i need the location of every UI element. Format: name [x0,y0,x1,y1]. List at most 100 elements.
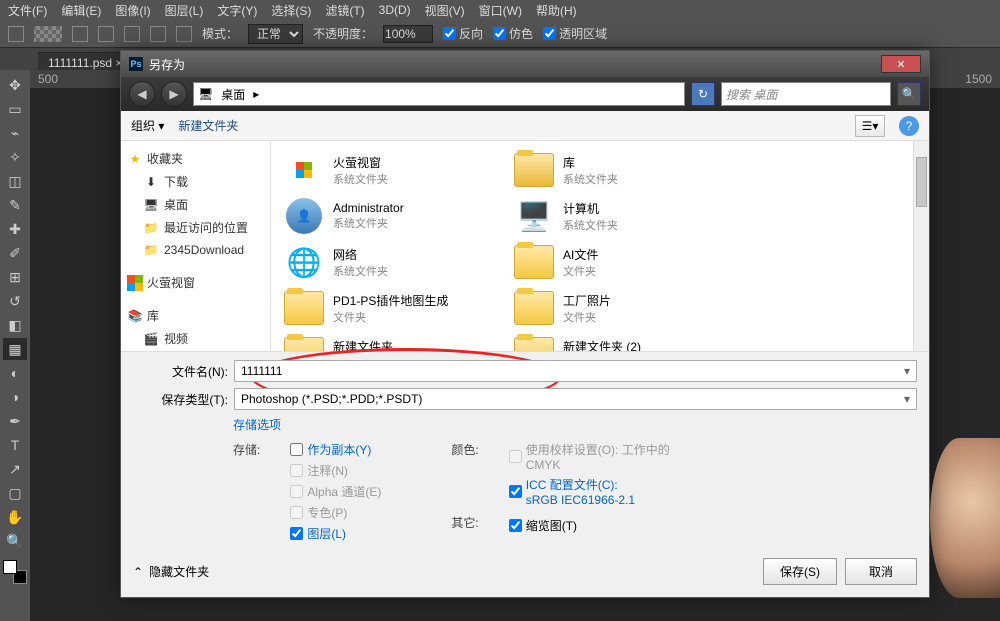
nav-libraries[interactable]: 📚库 [125,304,266,327]
file-item[interactable]: 🌐网络系统文件夹 [281,241,501,283]
nav-recent[interactable]: 📁最近访问的位置 [125,216,266,239]
layers-check[interactable]: 图层(L) [290,525,381,542]
filename-input[interactable]: 1111111 [234,360,917,382]
folder-icon: 👤 [283,197,325,235]
nav-desktop[interactable]: 🖥桌面 [125,193,266,216]
eraser-tool-icon[interactable]: ◧ [3,314,27,336]
file-item[interactable]: 库系统文件夹 [511,149,731,191]
gradient-type-linear-icon[interactable] [72,26,88,42]
as-copy-check[interactable]: 作为副本(Y) [290,441,381,458]
folder-icon [283,335,325,351]
crop-tool-icon[interactable]: ◫ [3,170,27,192]
lasso-tool-icon[interactable]: ⌁ [3,122,27,144]
dodge-tool-icon[interactable]: ◑ [3,386,27,408]
view-mode-button[interactable]: ☰▾ [855,115,885,137]
file-item[interactable]: 火萤视窗系统文件夹 [281,149,501,191]
nav-video[interactable]: 🎬视频 [125,327,266,350]
stamp-tool-icon[interactable]: ⊞ [3,266,27,288]
help-button[interactable]: ? [899,116,919,136]
menu-edit[interactable]: 编辑(E) [61,2,101,19]
search-input[interactable]: 搜索 桌面 [721,82,891,106]
gradient-type-angle-icon[interactable] [124,26,140,42]
file-item[interactable]: AI文件文件夹 [511,241,731,283]
address-bar[interactable]: 🖥 桌面 ▸ [193,82,685,106]
menu-3d[interactable]: 3D(D) [379,3,411,17]
pen-tool-icon[interactable]: ✒ [3,410,27,432]
expand-icon[interactable]: ⌃ [133,565,143,579]
move-tool-icon[interactable]: ✥ [3,74,27,96]
file-item[interactable]: 👤Administrator系统文件夹 [281,195,501,237]
gradient-swatch[interactable] [34,26,62,42]
menu-help[interactable]: 帮助(H) [536,2,577,19]
icc-check[interactable]: ICC 配置文件(C):sRGB IEC61966-2.1 [509,476,686,507]
chevron-right-icon[interactable]: ▸ [253,87,259,101]
nav-huoying[interactable]: 火萤视窗 [125,271,266,294]
eyedropper-tool-icon[interactable]: ✎ [3,194,27,216]
save-options-link[interactable]: 存储选项 [233,418,281,432]
refresh-button[interactable]: ↻ [691,82,715,106]
blur-tool-icon[interactable]: ◐ [3,362,27,384]
close-button[interactable]: ✕ [881,55,921,73]
gradient-tool-icon[interactable] [8,26,24,42]
scroll-thumb[interactable] [916,157,927,207]
type-tool-icon[interactable]: T [3,434,27,456]
wand-tool-icon[interactable]: ✧ [3,146,27,168]
gradient-tool-icon[interactable]: ▦ [3,338,27,360]
scrollbar[interactable] [913,141,929,351]
file-item[interactable]: 工厂照片文件夹 [511,287,731,329]
file-item[interactable]: 新建文件夹文件夹 [281,333,501,351]
new-folder-button[interactable]: 新建文件夹 [178,117,238,134]
app-menubar: 文件(F) 编辑(E) 图像(I) 图层(L) 文字(Y) 选择(S) 滤镜(T… [0,0,1000,20]
transparency-check[interactable]: 透明区域 [543,25,607,42]
opacity-label: 不透明度： [313,25,373,42]
gradient-type-reflected-icon[interactable] [150,26,166,42]
folder-icon [513,289,555,327]
hide-folders-link[interactable]: 隐藏文件夹 [149,563,209,580]
menu-file[interactable]: 文件(F) [8,2,47,19]
hand-tool-icon[interactable]: ✋ [3,506,27,528]
menu-type[interactable]: 文字(Y) [217,2,257,19]
save-button[interactable]: 保存(S) [763,558,837,585]
reverse-check[interactable]: 反向 [443,25,483,42]
forward-button[interactable]: ▶ [161,81,187,107]
menu-select[interactable]: 选择(S) [271,2,311,19]
nav-favorites[interactable]: ★收藏夹 [125,147,266,170]
menu-image[interactable]: 图像(I) [115,2,150,19]
shape-tool-icon[interactable]: ▢ [3,482,27,504]
search-button[interactable]: 🔍 [897,82,921,106]
brush-tool-icon[interactable]: ✐ [3,242,27,264]
dither-check[interactable]: 仿色 [493,25,533,42]
zoom-tool-icon[interactable]: 🔍 [3,530,27,552]
organize-button[interactable]: 组织 ▾ [131,117,164,134]
menu-window[interactable]: 窗口(W) [479,2,522,19]
toolbox: ✥ ▭ ⌁ ✧ ◫ ✎ ✚ ✐ ⊞ ↺ ◧ ▦ ◐ ◑ ✒ T ↗ ▢ ✋ 🔍 [0,70,30,621]
color-swatches[interactable] [3,560,27,584]
nav-pane: ★收藏夹 ⬇下载 🖥桌面 📁最近访问的位置 📁2345Download 火萤视窗… [121,141,271,351]
filetype-select[interactable]: Photoshop (*.PSD;*.PDD;*.PSDT) [234,388,917,410]
back-button[interactable]: ◀ [129,81,155,107]
menu-view[interactable]: 视图(V) [425,2,465,19]
gradient-type-diamond-icon[interactable] [176,26,192,42]
file-list[interactable]: 火萤视窗系统文件夹库系统文件夹👤Administrator系统文件夹🖥️计算机系… [271,141,929,351]
gradient-type-radial-icon[interactable] [98,26,114,42]
folder-icon: 🌐 [283,243,325,281]
cancel-button[interactable]: 取消 [845,558,917,585]
marquee-tool-icon[interactable]: ▭ [3,98,27,120]
proof-check: 使用校样设置(O): 工作中的 CMYK [509,441,686,472]
path-tool-icon[interactable]: ↗ [3,458,27,480]
opacity-input[interactable] [383,25,433,43]
nav-downloads[interactable]: ⬇下载 [125,170,266,193]
dialog-bottom: 文件名(N): 1111111 保存类型(T): Photoshop (*.PS… [121,351,929,597]
mode-select[interactable]: 正常 [248,24,303,44]
heal-tool-icon[interactable]: ✚ [3,218,27,240]
nav-2345[interactable]: 📁2345Download [125,239,266,261]
menu-layer[interactable]: 图层(L) [165,2,204,19]
menu-filter[interactable]: 滤镜(T) [325,2,364,19]
breadcrumb-desktop[interactable]: 桌面 [217,84,249,105]
history-brush-tool-icon[interactable]: ↺ [3,290,27,312]
file-item[interactable]: PD1-PS插件地图生成文件夹 [281,287,501,329]
file-item[interactable]: 新建文件夹 (2)文件夹 [511,333,731,351]
thumbnail-check[interactable]: 缩览图(T) [509,517,686,534]
file-item[interactable]: 🖥️计算机系统文件夹 [511,195,731,237]
dialog-titlebar[interactable]: Ps 另存为 ✕ [121,51,929,77]
